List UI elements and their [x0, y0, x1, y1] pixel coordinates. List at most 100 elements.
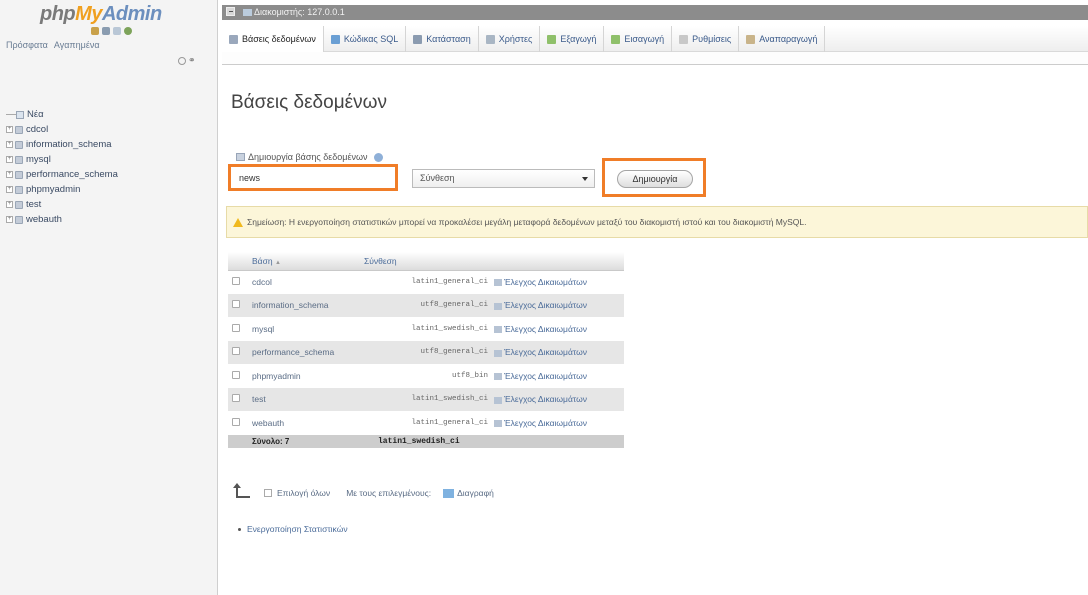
- database-create-icon: [236, 153, 245, 161]
- collapse-all-control[interactable]: ⚭: [178, 55, 196, 66]
- tree-item-database[interactable]: + test: [6, 197, 118, 212]
- tab-status[interactable]: Κατάσταση: [406, 26, 479, 52]
- help-icon[interactable]: [373, 152, 383, 162]
- database-name-cell[interactable]: webauth: [248, 411, 360, 435]
- tab-database[interactable]: Βάσεις δεδομένων: [222, 26, 324, 52]
- column-header-collation[interactable]: Σύνθεση: [360, 252, 490, 271]
- collation-cell: latin1_swedish_ci: [360, 387, 490, 411]
- check-privileges-link[interactable]: Έλεγχος Δικαιωμάτων: [504, 394, 587, 404]
- notice-text: Σημείωση: Η ενεργοποίηση στατιστικών μπο…: [247, 217, 807, 227]
- expand-icon[interactable]: +: [6, 216, 13, 223]
- check-privileges-cell[interactable]: Έλεγχος Δικαιωμάτων: [490, 270, 624, 294]
- tab-users[interactable]: Χρήστες: [479, 26, 541, 52]
- check-privileges-link[interactable]: Έλεγχος Δικαιωμάτων: [504, 418, 587, 428]
- create-database-text: Δημιουργία βάσης δεδομένων: [248, 152, 368, 162]
- collapse-toggle-icon[interactable]: [226, 7, 235, 17]
- tree-item-label[interactable]: cdcol: [26, 122, 48, 137]
- tree-item-database[interactable]: + webauth: [6, 212, 118, 227]
- tree-item-label[interactable]: performance_schema: [26, 167, 118, 182]
- favorites-tab[interactable]: Αγαπημένα: [54, 40, 100, 50]
- row-checkbox[interactable]: [232, 347, 240, 356]
- column-header-database[interactable]: Βάση ▲: [248, 252, 360, 271]
- expand-icon[interactable]: +: [6, 126, 13, 133]
- delete-icon[interactable]: [443, 488, 455, 498]
- database-icon: [15, 185, 23, 194]
- collation-select[interactable]: Σύνθεση: [412, 169, 595, 188]
- tree-item-label[interactable]: mysql: [26, 152, 51, 167]
- row-checkbox[interactable]: [232, 370, 240, 379]
- database-name-cell[interactable]: performance_schema: [248, 340, 360, 364]
- check-privileges-cell[interactable]: Έλεγχος Δικαιωμάτων: [490, 317, 624, 341]
- settings-icon[interactable]: [124, 27, 132, 35]
- row-checkbox-cell: [228, 293, 248, 317]
- new-database-icon: [16, 110, 24, 119]
- tab-replication[interactable]: Αναπαραγωγή: [739, 26, 826, 52]
- tree-item-database[interactable]: + performance_schema: [6, 167, 118, 182]
- total-empty-cell: [228, 434, 248, 448]
- database-icon: [15, 200, 23, 209]
- check-privileges-link[interactable]: Έλεγχος Δικαιωμάτων: [504, 277, 587, 287]
- enable-statistics-link[interactable]: Ενεργοποίηση Στατιστικών: [247, 524, 348, 534]
- phpmyadmin-logo[interactable]: phpMyAdmin: [40, 3, 162, 26]
- recent-tab[interactable]: Πρόσφατα: [6, 40, 48, 50]
- import-icon: [611, 34, 621, 44]
- tree-item-label[interactable]: Νέα: [27, 107, 44, 122]
- collapse-icon: [178, 56, 186, 65]
- tab-label: Χρήστες: [498, 34, 533, 44]
- check-privileges-link[interactable]: Έλεγχος Δικαιωμάτων: [504, 347, 587, 357]
- check-privileges-link[interactable]: Έλεγχος Δικαιωμάτων: [504, 371, 587, 381]
- check-privileges-cell[interactable]: Έλεγχος Δικαιωμάτων: [490, 364, 624, 388]
- logout-icon[interactable]: [102, 27, 110, 35]
- tab-sql[interactable]: Κώδικας SQL: [324, 26, 407, 52]
- select-all-checkbox[interactable]: [264, 489, 272, 497]
- row-checkbox[interactable]: [232, 277, 240, 285]
- check-privileges-link[interactable]: Έλεγχος Δικαιωμάτων: [504, 324, 587, 334]
- tree-item-label[interactable]: information_schema: [26, 137, 112, 152]
- tab-import[interactable]: Εισαγωγή: [604, 26, 673, 52]
- check-privileges-cell[interactable]: Έλεγχος Δικαιωμάτων: [490, 411, 624, 435]
- database-name-cell[interactable]: phpmyadmin: [248, 364, 360, 388]
- tree-item-database[interactable]: + mysql: [6, 152, 118, 167]
- tab-export[interactable]: Εξαγωγή: [540, 26, 605, 52]
- row-checkbox[interactable]: [232, 417, 240, 426]
- tree-item-database[interactable]: + cdcol: [6, 122, 118, 137]
- database-name-cell[interactable]: information_schema: [248, 293, 360, 317]
- tree-item-database[interactable]: + phpmyadmin: [6, 182, 118, 197]
- tab-label: Ρυθμίσεις: [692, 34, 732, 44]
- delete-selected-link[interactable]: Διαγραφή: [457, 488, 494, 498]
- tab-settings[interactable]: Ρυθμίσεις: [672, 26, 740, 52]
- tree-item-database[interactable]: + information_schema: [6, 137, 118, 152]
- collation-select-value: Σύνθεση: [420, 173, 455, 183]
- tab-label: Εισαγωγή: [624, 34, 665, 44]
- database-name-cell[interactable]: mysql: [248, 317, 360, 341]
- expand-icon[interactable]: +: [6, 141, 13, 148]
- sort-asc-icon: ▲: [274, 259, 281, 266]
- expand-icon[interactable]: +: [6, 156, 13, 163]
- check-privileges-cell[interactable]: Έλεγχος Δικαιωμάτων: [490, 293, 624, 317]
- home-icon[interactable]: [91, 27, 99, 35]
- tree-item-label[interactable]: phpmyadmin: [26, 182, 80, 197]
- expand-icon[interactable]: +: [6, 171, 13, 178]
- database-icon: [15, 140, 23, 149]
- check-privileges-cell[interactable]: Έλεγχος Δικαιωμάτων: [490, 340, 624, 364]
- check-privileges-link[interactable]: Έλεγχος Δικαιωμάτων: [504, 300, 587, 310]
- server-breadcrumb[interactable]: Διακομιστής: 127.0.0.1: [254, 7, 345, 17]
- top-menu-tabs: Βάσεις δεδομένων Κώδικας SQL Κατάσταση Χρήσ…: [222, 26, 1088, 52]
- row-checkbox[interactable]: [232, 300, 240, 309]
- database-name-cell[interactable]: test: [248, 387, 360, 411]
- create-database-button[interactable]: Δημιουργία: [617, 170, 693, 188]
- database-name-input[interactable]: [231, 167, 395, 188]
- row-checkbox[interactable]: [232, 323, 240, 332]
- tree-item-label[interactable]: test: [26, 197, 41, 212]
- tree-item-new[interactable]: Νέα: [6, 107, 118, 122]
- row-checkbox[interactable]: [232, 394, 240, 403]
- select-all-label[interactable]: Επιλογή όλων: [277, 488, 330, 498]
- privileges-icon: [494, 326, 502, 333]
- expand-icon[interactable]: +: [6, 186, 13, 193]
- database-name-cell[interactable]: cdcol: [248, 270, 360, 294]
- docs-icon[interactable]: [113, 27, 121, 35]
- table-total-row: Σύνολο: 7 latin1_swedish_ci: [228, 434, 624, 448]
- expand-icon[interactable]: +: [6, 201, 13, 208]
- tree-item-label[interactable]: webauth: [26, 212, 62, 227]
- check-privileges-cell[interactable]: Έλεγχος Δικαιωμάτων: [490, 387, 624, 411]
